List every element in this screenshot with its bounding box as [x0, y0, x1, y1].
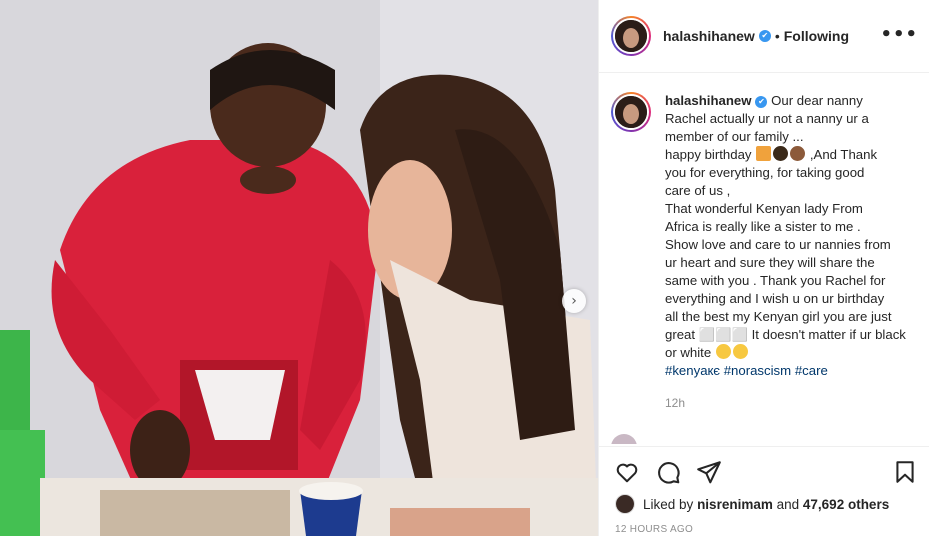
comment-bubble-icon[interactable] — [655, 459, 681, 485]
avatar-image — [613, 18, 649, 54]
post-header: halashihanew ✔ • Following ••• — [599, 0, 929, 73]
caption-line-6: care of us , — [665, 183, 731, 198]
likes-count-link[interactable]: 47,692 others — [803, 497, 889, 512]
avatar-photo-icon — [615, 20, 647, 52]
hashtag-link[interactable]: #kenyaкє — [665, 363, 720, 378]
caption-text-line: happy birthday — [665, 147, 752, 162]
caption-line-5: you for everything, for taking good — [665, 165, 865, 180]
actions-section: Liked by nisrenimam and 47,692 others 12… — [599, 446, 929, 536]
avatar-image — [613, 94, 649, 130]
caption-username[interactable]: halashihanew — [665, 93, 751, 108]
caption-text-line: Our dear nanny — [771, 93, 863, 108]
chevron-right-icon: › — [571, 293, 577, 309]
photo-illustration — [0, 0, 598, 536]
caption-line-11: same with you . Thank you Rachel for — [665, 273, 886, 288]
relative-timestamp: 12h — [665, 396, 686, 410]
caption-text: halashihanew ✔ Our dear nanny Rachel actu… — [665, 92, 915, 380]
caption-section: halashihanew ✔ Our dear nanny Rachel actu… — [599, 74, 929, 444]
liked-by-row: Liked by nisrenimam and 47,692 others — [615, 494, 889, 514]
avatar-photo-icon — [615, 96, 647, 128]
separator-dot: • — [774, 28, 780, 44]
paper-plane-icon[interactable] — [696, 459, 722, 485]
heart-icon[interactable] — [614, 459, 640, 485]
gift-emoji-icon — [756, 146, 772, 161]
caption-line-8: Africa is really like a sister to me . — [665, 219, 861, 234]
caption-line-7: That wonderful Kenyan lady From — [665, 201, 863, 216]
verified-badge-icon: ✔ — [755, 95, 768, 108]
hashtag-link[interactable]: #care — [795, 363, 828, 378]
smile-emoji-icon — [732, 344, 748, 359]
caption-text-line: or white — [665, 345, 712, 360]
caption-line-14: great ⬜⬜⬜ It doesn't matter if ur black — [665, 327, 906, 342]
caption-avatar[interactable] — [611, 92, 651, 132]
liked-by-user-link[interactable]: nisrenimam — [697, 497, 773, 512]
caption-line-9: Show love and care to ur nannies from — [665, 237, 891, 252]
more-options-icon[interactable]: ••• — [880, 26, 918, 44]
liked-by-and: and — [776, 496, 800, 512]
comment-preview — [611, 434, 911, 444]
caption-line-13: all the best my Kenyan girl you are just — [665, 309, 892, 324]
hashtag-link[interactable]: #norascism — [724, 363, 791, 378]
caption-line-12: everything and I wish u on ur birthday — [665, 291, 885, 306]
caption-line-15: or white — [665, 344, 915, 362]
hashtag-line: #kenyaкє #norascism #care — [665, 362, 915, 380]
next-photo-button[interactable]: › — [562, 289, 586, 313]
liker-avatar[interactable] — [615, 494, 635, 514]
bookmark-icon[interactable] — [892, 459, 918, 485]
caption-text-line: ,And Thank — [809, 147, 878, 162]
caption-line-0: halashihanew ✔ Our dear nanny — [665, 92, 915, 110]
liked-by-prefix: Liked by — [643, 496, 694, 512]
verified-badge-icon: ✔ — [758, 30, 771, 42]
party-emoji-icon — [773, 146, 789, 161]
header-username[interactable]: halashihanew — [663, 28, 755, 44]
cake-emoji-icon — [790, 146, 806, 161]
caption-line-2: member of our family ... — [665, 129, 804, 144]
commenter-avatar[interactable] — [611, 434, 637, 444]
caption-line-1: Rachel actually ur not a nanny ur a — [665, 111, 869, 126]
smile-emoji-icon — [715, 344, 731, 359]
post-side-panel: halashihanew ✔ • Following ••• halashiha… — [598, 0, 929, 536]
profile-avatar[interactable] — [611, 16, 651, 56]
caption-line-10: ur heart and sure they will share the — [665, 255, 875, 270]
following-button[interactable]: Following — [784, 28, 849, 44]
post-photo[interactable]: › — [0, 0, 598, 536]
caption-line-3: happy birthday ,And Thank — [665, 146, 915, 164]
absolute-timestamp[interactable]: 12 HOURS AGO — [615, 524, 693, 535]
